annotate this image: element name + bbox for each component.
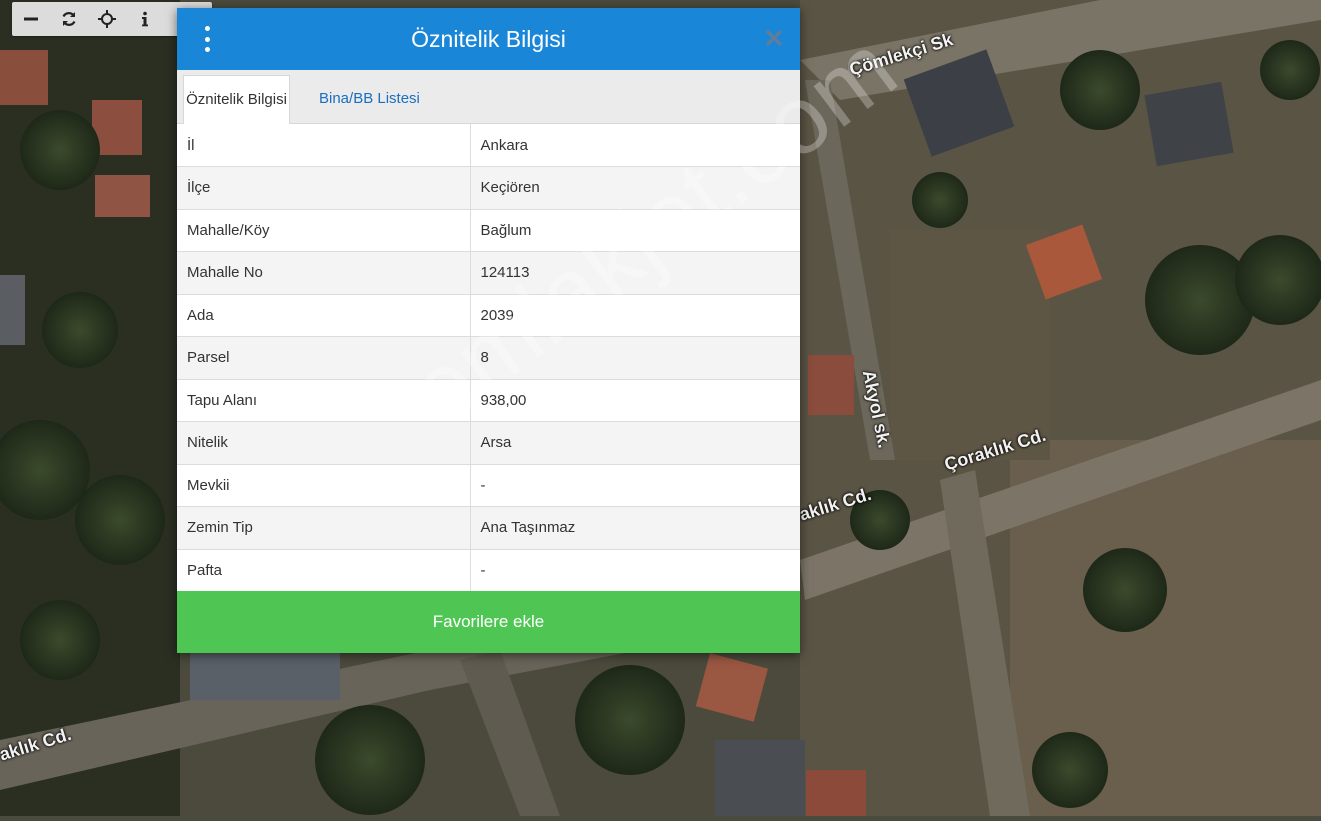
tab-building-list[interactable]: Bina/BB Listesi [309, 75, 430, 123]
table-row: Mevkii - [177, 464, 800, 507]
table-row: İlçe Keçiören [177, 166, 800, 210]
row-label: İl [177, 124, 471, 167]
zoom-out-button[interactable] [12, 2, 50, 36]
table-row: Mahalle No 124113 [177, 251, 800, 295]
row-value: 124113 [470, 251, 800, 295]
attribute-table: İl Ankara İlçe Keçiören Mahalle/Köy Bağlum … [177, 124, 800, 592]
menu-button[interactable] [197, 26, 217, 52]
refresh-button[interactable] [50, 2, 88, 36]
close-button[interactable] [764, 28, 784, 48]
row-value: - [470, 464, 800, 507]
locate-icon [98, 10, 116, 28]
row-value: - [470, 549, 800, 592]
row-label: İlçe [177, 166, 471, 210]
info-icon [142, 11, 148, 27]
add-to-favorites-button[interactable]: Favorilere ekle [177, 591, 800, 653]
info-button[interactable] [126, 2, 164, 36]
row-value: Ankara [470, 124, 800, 167]
zoom-out-icon [24, 17, 38, 21]
row-value: 2039 [470, 294, 800, 337]
table-row: Parsel 8 [177, 336, 800, 380]
row-value: Arsa [470, 421, 800, 465]
row-label: Mahalle No [177, 251, 471, 295]
row-value: Bağlum [470, 209, 800, 252]
row-value: 8 [470, 336, 800, 380]
row-value: 938,00 [470, 379, 800, 422]
row-label: Tapu Alanı [177, 379, 471, 422]
table-row: Nitelik Arsa [177, 421, 800, 465]
row-value: Ana Taşınmaz [470, 506, 800, 550]
table-row: Ada 2039 [177, 294, 800, 337]
row-value: Keçiören [470, 166, 800, 210]
locate-button[interactable] [88, 2, 126, 36]
table-row: İl Ankara [177, 124, 800, 167]
dialog-title: Öznitelik Bilgisi [411, 25, 566, 52]
row-label: Nitelik [177, 421, 471, 465]
close-icon [766, 30, 782, 46]
refresh-icon [62, 12, 76, 26]
row-label: Parsel [177, 336, 471, 380]
attribute-info-dialog: Öznitelik Bilgisi Öznitelik Bilgisi Bina… [177, 8, 800, 653]
table-row: Mahalle/Köy Bağlum [177, 209, 800, 252]
table-row: Pafta - [177, 549, 800, 592]
vertical-dots-icon [204, 26, 210, 31]
row-label: Ada [177, 294, 471, 337]
row-label: Zemin Tip [177, 506, 471, 550]
tab-attribute-info[interactable]: Öznitelik Bilgisi [183, 75, 290, 124]
table-row: Zemin Tip Ana Taşınmaz [177, 506, 800, 550]
row-label: Mahalle/Köy [177, 209, 471, 252]
table-row: Tapu Alanı 938,00 [177, 379, 800, 422]
row-label: Pafta [177, 549, 471, 592]
dialog-header: Öznitelik Bilgisi [177, 8, 800, 70]
tab-bar: Öznitelik Bilgisi Bina/BB Listesi [177, 70, 800, 124]
row-label: Mevkii [177, 464, 471, 507]
